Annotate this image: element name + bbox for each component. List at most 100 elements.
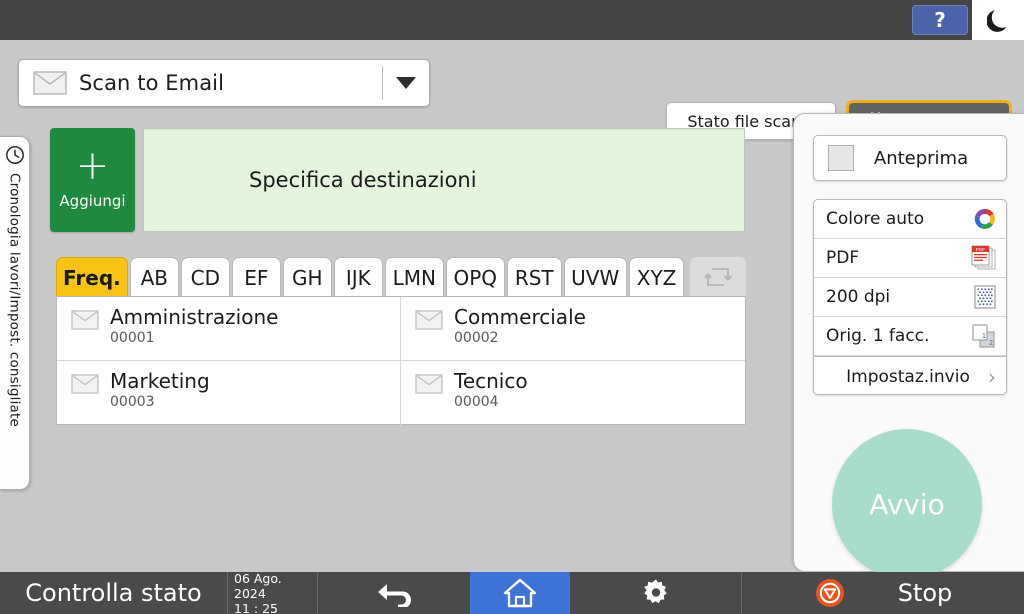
stop-button[interactable]: Stop xyxy=(741,572,1024,614)
top-status-bar: ? xyxy=(0,0,1024,40)
alpha-tab-label: AB xyxy=(140,265,169,290)
contact-code: 00002 xyxy=(454,330,499,346)
address-book-alphabet-tabs: Freq. AB CD EF GH IJK LMN OPQ RST UVW XY… xyxy=(56,255,746,297)
moon-icon xyxy=(987,10,1007,32)
contact-entry[interactable]: Commerciale 00002 xyxy=(401,297,745,361)
scan-settings-card: Colore auto PDF PDF 200 dpi Orig. 1 facc… xyxy=(813,199,1007,395)
alpha-tab-lmn[interactable]: LMN xyxy=(384,257,444,297)
alpha-tab-label: EF xyxy=(244,265,269,290)
alpha-tab-gh[interactable]: GH xyxy=(282,257,332,297)
destination-area: + Aggiungi Specifica destinazioni xyxy=(50,128,745,236)
start-label: Avvio xyxy=(869,487,945,521)
alpha-tab-ab[interactable]: AB xyxy=(129,257,179,297)
scan-mode-label: Scan to Email xyxy=(79,71,225,95)
setting-row-original-sides[interactable]: Orig. 1 facc. 2 1 xyxy=(814,317,1006,356)
setting-row-resolution[interactable]: 200 dpi xyxy=(814,278,1006,317)
printer-touch-panel: ? Scan to Email Stato file scans. Cronol… xyxy=(0,0,1024,614)
job-history-tab-label: Cronologia lavori/Impost. consigliate xyxy=(6,173,23,428)
destination-input-field[interactable]: Specifica destinazioni xyxy=(143,128,745,232)
setting-row-color[interactable]: Colore auto xyxy=(814,200,1006,239)
alpha-tab-uvw[interactable]: UVW xyxy=(563,257,627,297)
contact-name: Tecnico xyxy=(454,369,528,393)
envelope-icon xyxy=(415,310,443,334)
contact-entry[interactable]: Amministrazione 00001 xyxy=(57,297,401,361)
contact-name: Marketing xyxy=(110,369,210,393)
check-status-label: Controlla stato xyxy=(25,579,202,607)
auto-color-icon xyxy=(972,206,998,232)
envelope-icon xyxy=(71,374,99,398)
right-settings-panel: Anteprima Colore auto PDF PDF 200 dpi Or… xyxy=(793,113,1024,579)
stop-label: Stop xyxy=(897,579,953,607)
contact-entry[interactable]: Tecnico 00004 xyxy=(401,361,745,425)
address-book-list: Amministrazione 00001 Commerciale 00002 xyxy=(56,296,746,425)
job-history-tab[interactable]: Cronologia lavori/Impost. consigliate xyxy=(0,136,30,490)
alpha-tab-label: RST xyxy=(514,265,554,290)
plus-icon: + xyxy=(75,143,110,189)
alpha-tab-ijk[interactable]: IJK xyxy=(333,257,383,297)
svg-text:1: 1 xyxy=(982,333,986,340)
home-icon xyxy=(503,578,537,608)
back-button[interactable] xyxy=(318,572,470,614)
alpha-tab-label: OPQ xyxy=(453,265,498,290)
alpha-tab-freq[interactable]: Freq. xyxy=(56,257,128,297)
check-status-button[interactable]: Controlla stato xyxy=(0,572,228,614)
home-button[interactable] xyxy=(470,572,570,614)
scan-mode-selector[interactable]: Scan to Email xyxy=(18,59,430,107)
envelope-icon xyxy=(71,310,99,334)
preview-button[interactable]: Anteprima xyxy=(813,135,1007,181)
settings-button[interactable] xyxy=(570,572,741,614)
contact-code: 00001 xyxy=(110,330,155,346)
gear-icon xyxy=(643,579,667,604)
pdf-file-icon: PDF xyxy=(970,245,998,271)
contact-code: 00003 xyxy=(110,394,155,410)
caret-down-icon[interactable] xyxy=(396,77,416,89)
contact-code: 00004 xyxy=(454,394,499,410)
back-arrow-icon xyxy=(378,584,411,607)
alpha-tab-cd[interactable]: CD xyxy=(180,257,230,297)
resolution-icon xyxy=(972,284,998,310)
stop-circle-icon xyxy=(815,579,844,607)
alpha-tab-rst[interactable]: RST xyxy=(506,257,562,297)
alpha-tab-xyz[interactable]: XYZ xyxy=(628,257,685,297)
checkbox-unchecked-icon[interactable] xyxy=(828,145,854,171)
send-settings-label: Impostaz.invio xyxy=(846,366,970,387)
svg-text:PDF: PDF xyxy=(976,247,985,252)
contact-name: Amministrazione xyxy=(110,305,279,329)
contact-entry[interactable]: Marketing 00003 xyxy=(57,361,401,425)
contact-name: Commerciale xyxy=(454,305,586,329)
alpha-tab-label: GH xyxy=(292,265,323,290)
add-destination-button[interactable]: + Aggiungi xyxy=(50,128,135,232)
divider xyxy=(382,66,383,100)
datetime-display: 06 Ago. 2024 11 : 25 xyxy=(228,570,318,614)
setting-label: PDF xyxy=(826,248,860,268)
switch-list-button[interactable] xyxy=(690,257,746,297)
setting-label: Colore auto xyxy=(826,209,925,229)
alpha-tab-label: IJK xyxy=(345,265,371,290)
alpha-tab-label: LMN xyxy=(392,265,436,290)
function-header-row: Scan to Email Stato file scans. Azzera xyxy=(0,40,1024,142)
alpha-tab-label: XYZ xyxy=(636,265,677,290)
sleep-mode-button[interactable] xyxy=(972,0,1024,40)
svg-text:2: 2 xyxy=(989,340,993,347)
envelope-icon xyxy=(33,71,67,95)
alpha-tab-label: UVW xyxy=(571,265,620,290)
alpha-tab-opq[interactable]: OPQ xyxy=(445,257,505,297)
setting-label: Orig. 1 facc. xyxy=(826,326,930,346)
envelope-icon xyxy=(415,374,443,398)
chevron-right-icon: › xyxy=(988,364,996,389)
help-button[interactable]: ? xyxy=(912,5,968,35)
add-destination-label: Aggiungi xyxy=(59,192,126,210)
setting-row-filetype[interactable]: PDF PDF xyxy=(814,239,1006,278)
alpha-tab-label: CD xyxy=(190,265,220,290)
preview-label: Anteprima xyxy=(873,147,969,169)
date-label: 06 Ago. 2024 xyxy=(234,570,282,601)
start-button[interactable]: Avvio xyxy=(832,429,982,579)
time-label: 11 : 25 xyxy=(234,600,278,614)
alpha-tab-ef[interactable]: EF xyxy=(231,257,281,297)
setting-label: 200 dpi xyxy=(826,287,891,307)
bottom-navigation-bar: Controlla stato 06 Ago. 2024 11 : 25 Sto… xyxy=(0,570,1024,614)
send-settings-button[interactable]: Impostaz.invio › xyxy=(814,356,1006,394)
alpha-tab-label: Freq. xyxy=(63,265,121,290)
switch-list-icon xyxy=(704,268,732,286)
destination-placeholder: Specifica destinazioni xyxy=(249,168,477,192)
